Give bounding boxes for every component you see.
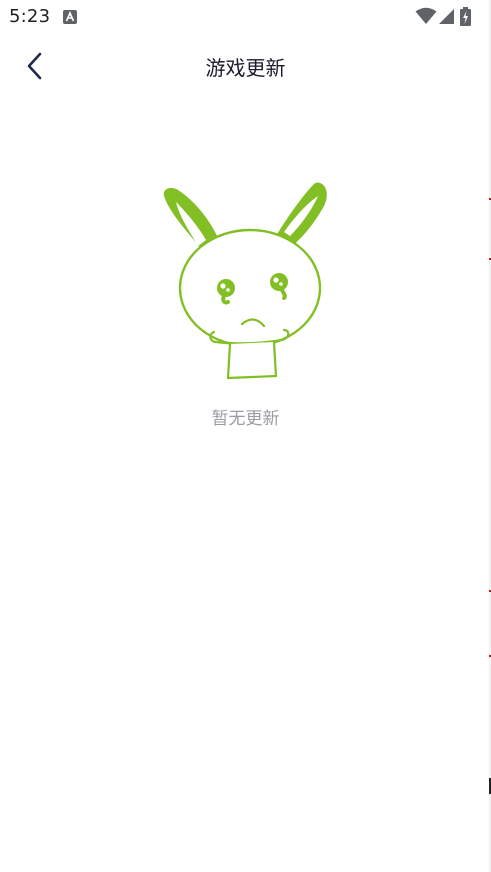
toolbar: 游戏更新 <box>0 34 491 98</box>
bunny-illustration <box>158 176 334 386</box>
a-box-icon <box>63 9 77 24</box>
page-title: 游戏更新 <box>205 56 286 80</box>
status-time: 5:23 <box>9 6 51 27</box>
status-icons <box>415 7 485 27</box>
signal-icon <box>439 9 454 24</box>
screen: 5:23 游戏更新 暂无更新 <box>0 0 491 872</box>
empty-state-message: 暂无更新 <box>211 409 280 429</box>
status-bar: 5:23 <box>0 0 491 34</box>
wifi-icon <box>415 7 437 24</box>
battery-charging-icon <box>460 7 471 26</box>
